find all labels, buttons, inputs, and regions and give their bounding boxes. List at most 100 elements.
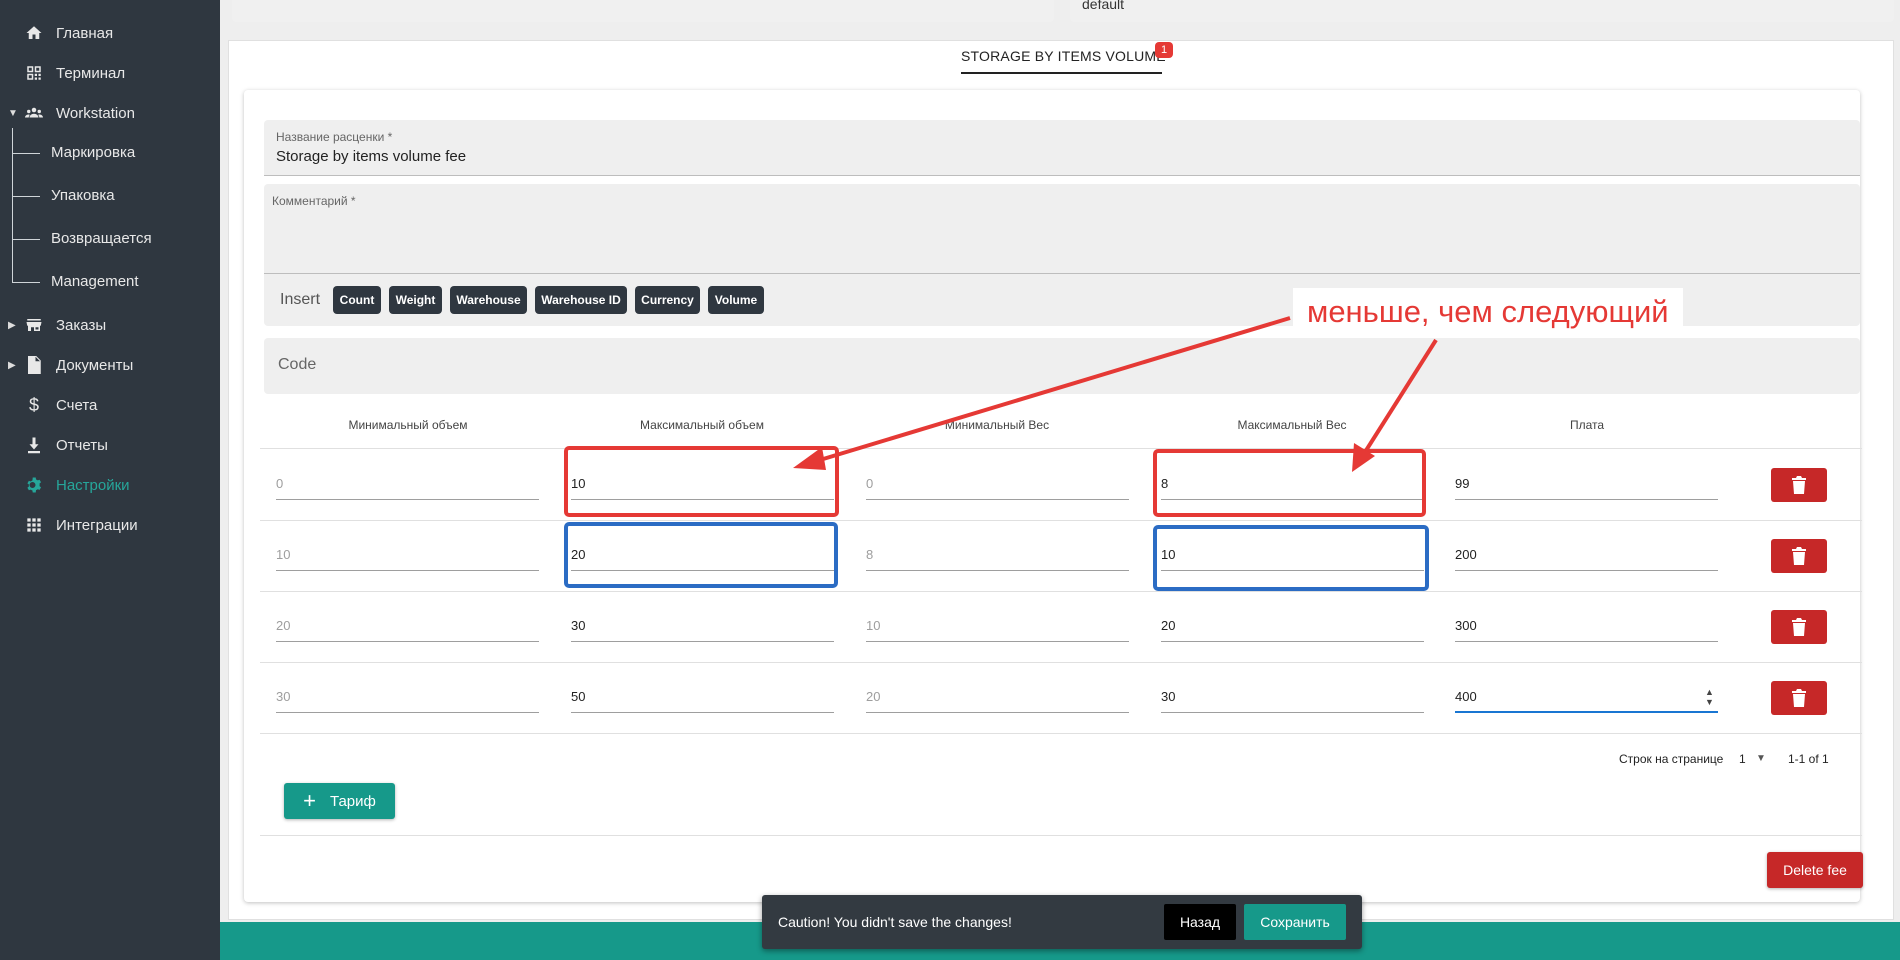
tree-branch xyxy=(12,282,40,283)
min-volume-input[interactable]: 20 xyxy=(276,612,539,642)
code-placeholder: Code xyxy=(278,356,317,373)
fee-input[interactable]: 200 xyxy=(1455,541,1718,571)
back-button[interactable]: Назад xyxy=(1164,904,1236,940)
sidebar-item-integrations[interactable]: Интеграции xyxy=(0,510,220,540)
column-header-min-weight: Минимальный Вес xyxy=(944,418,1050,432)
snackbar-message: Caution! You didn't save the changes! xyxy=(778,914,1012,930)
min-weight-input[interactable]: 0 xyxy=(866,470,1129,500)
column-header-max-volume: Максимальный объем xyxy=(640,418,764,432)
sidebar-item-label: Отчеты xyxy=(56,436,108,454)
sidebar-subitem-packing[interactable]: Упаковка xyxy=(51,185,115,207)
rows-per-page-select[interactable]: 1 xyxy=(1739,752,1746,766)
fee-input[interactable]: 400 xyxy=(1455,683,1718,713)
caret-down-icon: ▼ xyxy=(8,107,18,119)
max-volume-input[interactable]: 30 xyxy=(571,612,834,642)
highlight-red-max-volume xyxy=(564,446,839,517)
tree-line xyxy=(12,128,13,282)
trash-icon xyxy=(1792,547,1806,565)
max-weight-input[interactable]: 30 xyxy=(1161,683,1424,713)
delete-row-button[interactable] xyxy=(1771,610,1827,644)
chevron-down-icon[interactable]: ▼ xyxy=(1756,753,1766,764)
fee-input[interactable]: 99 xyxy=(1455,470,1718,500)
sidebar: Главная Терминал ▼ Workstation Маркировк… xyxy=(0,0,220,960)
trash-icon xyxy=(1792,689,1806,707)
column-header-min-volume: Минимальный объем xyxy=(348,418,468,432)
insert-chip-volume[interactable]: Volume xyxy=(708,286,764,314)
column-header-fee: Плата xyxy=(1569,418,1605,432)
sidebar-item-orders[interactable]: ▶ Заказы xyxy=(0,310,220,340)
insert-chip-currency[interactable]: Currency xyxy=(635,286,700,314)
top-field-right[interactable]: default xyxy=(1070,0,1894,22)
delete-row-button[interactable] xyxy=(1771,468,1827,502)
sidebar-item-settings[interactable]: Настройки xyxy=(0,470,220,500)
comment-field[interactable]: Комментарий * xyxy=(264,184,1860,274)
sidebar-item-home[interactable]: Главная xyxy=(0,18,220,48)
annotation-callout: меньше, чем следующий xyxy=(1293,288,1683,336)
sidebar-item-label: Заказы xyxy=(56,316,107,334)
max-weight-input[interactable]: 20 xyxy=(1161,612,1424,642)
min-volume-input[interactable]: 0 xyxy=(276,470,539,500)
caret-right-icon: ▶ xyxy=(8,319,16,331)
download-icon xyxy=(24,435,44,455)
sidebar-subitem-returns[interactable]: Возвращается xyxy=(51,228,152,250)
tab-storage-by-items-volume[interactable]: STORAGE BY ITEMS VOLUME xyxy=(961,48,1166,64)
pagination-range: 1-1 of 1 xyxy=(1788,752,1829,766)
number-spinner[interactable]: ▲ ▼ xyxy=(1705,687,1714,707)
sidebar-subitem-marking[interactable]: Маркировка xyxy=(51,142,135,164)
sidebar-subitem-management[interactable]: Management xyxy=(51,271,139,293)
unsaved-changes-snackbar: Caution! You didn't save the changes! На… xyxy=(762,895,1362,949)
tree-branch xyxy=(12,196,40,197)
qr-icon xyxy=(24,63,44,83)
home-icon xyxy=(24,23,44,43)
document-icon xyxy=(24,355,44,375)
delete-row-button[interactable] xyxy=(1771,681,1827,715)
max-volume-input[interactable]: 50 xyxy=(571,683,834,713)
comment-label: Комментарий * xyxy=(272,194,356,208)
min-volume-input[interactable]: 30 xyxy=(276,683,539,713)
sidebar-item-label: Главная xyxy=(56,24,114,42)
insert-chip-weight[interactable]: Weight xyxy=(389,286,442,314)
insert-chip-count[interactable]: Count xyxy=(333,286,381,314)
table-divider xyxy=(260,520,1862,521)
apps-icon xyxy=(24,515,44,535)
sidebar-item-terminal[interactable]: Терминал xyxy=(0,58,220,88)
fee-input[interactable]: 300 xyxy=(1455,612,1718,642)
sidebar-item-workstation[interactable]: ▼ Workstation xyxy=(0,98,220,128)
tab-badge: 1 xyxy=(1155,42,1173,58)
min-weight-input[interactable]: 8 xyxy=(866,541,1129,571)
fee-name-label: Название расценки * xyxy=(276,130,393,144)
caret-right-icon: ▶ xyxy=(8,359,16,371)
delete-fee-button[interactable]: Delete fee xyxy=(1767,852,1863,888)
add-tariff-button[interactable]: + Тариф xyxy=(284,783,395,819)
sidebar-item-reports[interactable]: Отчеты xyxy=(0,430,220,460)
tab-active-indicator xyxy=(961,72,1162,74)
highlight-red-max-weight xyxy=(1153,449,1426,517)
fee-name-field[interactable]: Название расценки * Storage by items vol… xyxy=(264,120,1860,176)
code-field[interactable]: Code xyxy=(264,338,1860,394)
insert-chip-warehouse-id[interactable]: Warehouse ID xyxy=(535,286,627,314)
sidebar-item-label: Счета xyxy=(56,396,98,414)
save-button[interactable]: Сохранить xyxy=(1244,904,1346,940)
sidebar-item-label: Терминал xyxy=(56,64,126,82)
rows-per-page-label: Строк на странице xyxy=(1619,752,1724,766)
table-divider xyxy=(260,591,1862,592)
insert-chip-warehouse[interactable]: Warehouse xyxy=(450,286,527,314)
delete-row-button[interactable] xyxy=(1771,539,1827,573)
min-weight-input[interactable]: 20 xyxy=(866,683,1129,713)
trash-icon xyxy=(1792,476,1806,494)
min-weight-input[interactable]: 10 xyxy=(866,612,1129,642)
fee-name-value: Storage by items volume fee xyxy=(276,148,467,165)
sidebar-item-label: Документы xyxy=(56,356,134,374)
table-divider xyxy=(260,733,1862,734)
form-divider xyxy=(260,835,1862,836)
sidebar-item-invoices[interactable]: $ Счета xyxy=(0,390,220,420)
gear-icon xyxy=(24,475,44,495)
sidebar-item-documents[interactable]: ▶ Документы xyxy=(0,350,220,380)
column-header-max-weight: Максимальный Вес xyxy=(1237,418,1347,432)
add-tariff-label: Тариф xyxy=(329,792,376,810)
sidebar-item-label: Workstation xyxy=(56,104,135,122)
trash-icon xyxy=(1792,618,1806,636)
top-field-left[interactable] xyxy=(232,0,1054,22)
min-volume-input[interactable]: 10 xyxy=(276,541,539,571)
table-divider xyxy=(260,662,1862,663)
